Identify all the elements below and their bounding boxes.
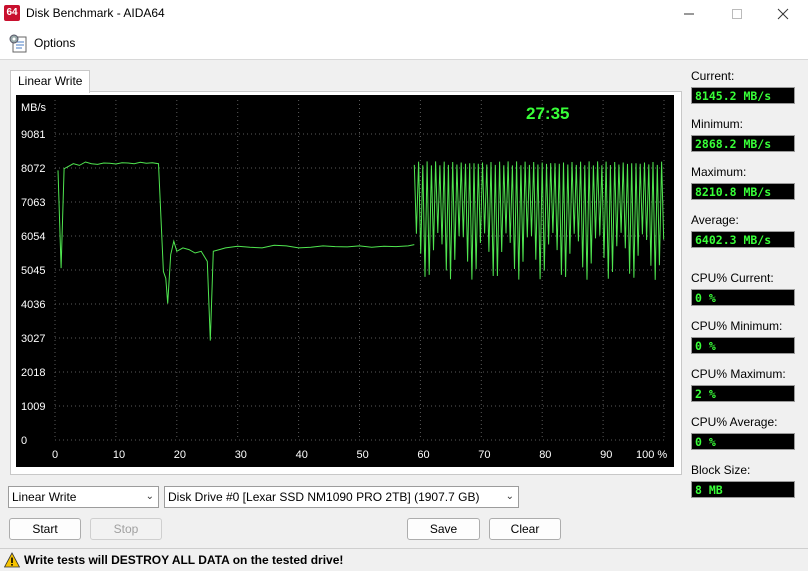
stat-label: Minimum: [691, 117, 744, 131]
y-tick-label: 0 [21, 435, 27, 447]
options-icon[interactable] [8, 33, 28, 53]
x-tick-label: 20 [174, 449, 186, 461]
drive-value: Disk Drive #0 [Lexar SSD NM1090 PRO 2TB]… [168, 490, 480, 504]
test-type-value: Linear Write [12, 490, 77, 504]
stat-value: 0 % [691, 337, 795, 354]
stat-label: CPU% Minimum: [691, 319, 783, 333]
test-type-select[interactable]: Linear Write ⌄ [8, 486, 159, 508]
x-tick-label: 50 [357, 449, 369, 461]
stat-value: 6402.3 MB/s [691, 231, 795, 248]
aida64-logo-icon: 64 [4, 5, 20, 21]
status-bar: Write tests will DESTROY ALL DATA on the… [0, 548, 808, 571]
stat-label: CPU% Average: [691, 415, 778, 429]
options-menu[interactable]: Options [34, 36, 75, 50]
y-tick-label: 2018 [21, 367, 45, 379]
stat-value: 8145.2 MB/s [691, 87, 795, 104]
y-tick-label: 7063 [21, 197, 45, 209]
stat-value: 8210.8 MB/s [691, 183, 795, 200]
chevron-down-icon: ⌄ [145, 491, 154, 502]
stat-value: 8 MB [691, 481, 795, 498]
chart-grid [54, 100, 665, 441]
close-button[interactable] [760, 0, 806, 27]
x-tick-label: 30 [235, 449, 247, 461]
x-tick-label: 80 [539, 449, 551, 461]
stat-value: 0 % [691, 433, 795, 450]
window-title: Disk Benchmark - AIDA64 [26, 6, 165, 20]
title-bar: 64 Disk Benchmark - AIDA64 [0, 0, 808, 27]
warning-icon [4, 552, 20, 568]
menu-bar: Options [0, 27, 808, 60]
maximize-icon [732, 9, 742, 20]
y-tick-label: 8072 [21, 163, 45, 175]
chevron-down-icon: ⌄ [505, 491, 514, 502]
y-tick-label: 3027 [21, 333, 45, 345]
stat-value: 2868.2 MB/s [691, 135, 795, 152]
x-tick-label: 90 [600, 449, 612, 461]
y-tick-label: 9081 [21, 129, 45, 141]
stat-value: 2 % [691, 385, 795, 402]
x-tick-label: 10 [113, 449, 125, 461]
warning-text: Write tests will DESTROY ALL DATA on the… [24, 553, 344, 567]
x-tick-label: 40 [296, 449, 308, 461]
stat-label: Current: [691, 69, 735, 83]
drive-select[interactable]: Disk Drive #0 [Lexar SSD NM1090 PRO 2TB]… [164, 486, 519, 508]
x-tick-label: 0 [52, 449, 58, 461]
stat-label: CPU% Maximum: [691, 367, 786, 381]
maximize-button[interactable] [714, 0, 760, 27]
elapsed-timer: 27:35 [526, 104, 569, 123]
x-tick-label: 60 [417, 449, 429, 461]
benchmark-chart: 0 1009 2018 3027 4036 5045 6054 7063 8072 9081 0 1… [16, 95, 674, 467]
y-tick-label: 6054 [21, 231, 45, 243]
minimize-icon [684, 13, 694, 15]
stat-label: Maximum: [691, 165, 747, 179]
stat-label: Block Size: [691, 463, 751, 477]
x-axis-ticks: 0 10 20 30 40 50 60 70 80 90 100 % [52, 449, 667, 461]
x-tick-label: 70 [478, 449, 490, 461]
x-tick-label: 100 % [636, 449, 667, 461]
y-axis-ticks: 0 1009 2018 3027 4036 5045 6054 7063 8072 9081 [21, 129, 45, 447]
y-axis-label: MB/s [21, 102, 47, 114]
minimize-button[interactable] [666, 0, 712, 27]
stat-value: 0 % [691, 289, 795, 306]
clear-button[interactable]: Clear [489, 518, 561, 540]
stat-label: Average: [691, 213, 739, 227]
stat-label: CPU% Current: [691, 271, 774, 285]
start-button[interactable]: Start [9, 518, 81, 540]
save-button[interactable]: Save [407, 518, 480, 540]
series-line-right [413, 161, 665, 280]
y-tick-label: 5045 [21, 265, 45, 277]
series-line-left [57, 161, 415, 341]
y-tick-label: 1009 [21, 401, 45, 413]
stop-button[interactable]: Stop [90, 518, 162, 540]
tab-linear-write[interactable]: Linear Write [10, 70, 91, 93]
y-tick-label: 4036 [21, 299, 45, 311]
close-icon [777, 8, 789, 20]
